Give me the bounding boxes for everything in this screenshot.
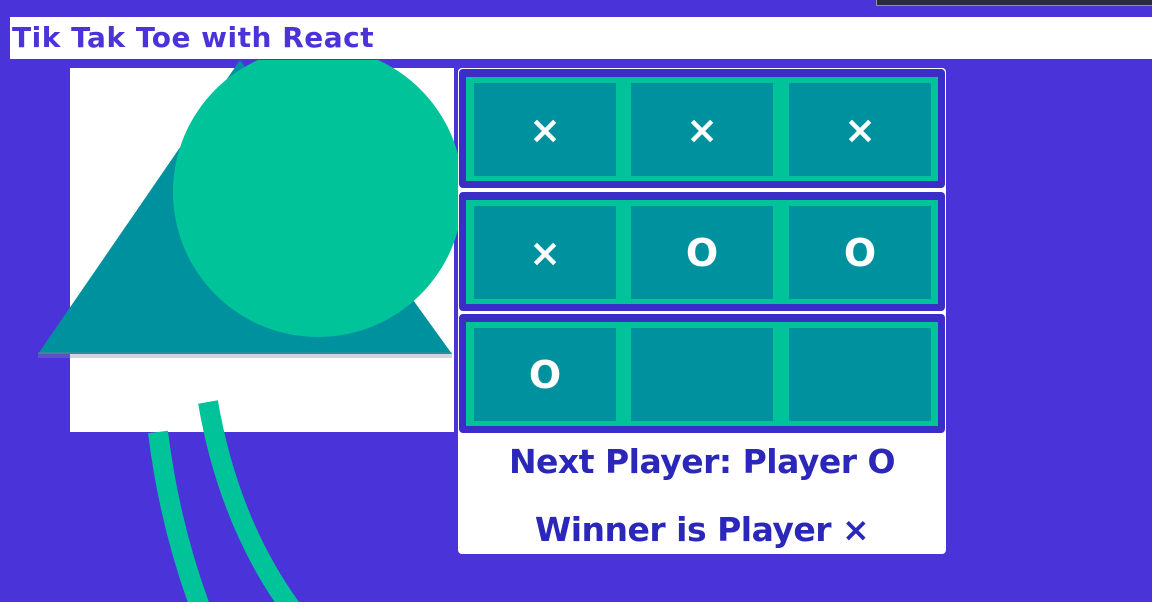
artwork-circle — [173, 60, 463, 337]
board-cell-2-2[interactable]: O — [631, 206, 773, 299]
board-row-3-track: O — [466, 322, 938, 426]
board-cell-3-2[interactable] — [631, 328, 773, 421]
board-cell-2-1[interactable]: × — [474, 206, 616, 299]
decorative-artwork — [38, 60, 463, 602]
artwork-arc-left — [148, 430, 209, 602]
winner-status: Winner is Player × — [534, 510, 870, 549]
board-row-3: O — [459, 314, 945, 433]
board-cell-1-1[interactable]: × — [474, 83, 616, 176]
board-cell-3-1[interactable]: O — [474, 328, 616, 421]
window-edge — [876, 0, 1152, 6]
next-player-status: Next Player: Player O — [508, 442, 896, 481]
artwork-triangle-shadow — [38, 352, 452, 358]
board-cell-2-3[interactable]: O — [789, 206, 931, 299]
board-cell-1-3[interactable]: × — [789, 83, 931, 176]
board-row-1: × × × — [459, 69, 945, 188]
game-board-panel: × × × × O O O Next Player: Player O Winn… — [458, 68, 946, 554]
board-row-2: × O O — [459, 192, 945, 311]
page-title: Tik Tak Toe with React — [12, 21, 375, 54]
board-cell-3-3[interactable] — [789, 328, 931, 421]
board-row-2-track: × O O — [466, 200, 938, 304]
app-page: Tik Tak Toe with React × × × × O O O Nex… — [0, 0, 1152, 602]
board-row-1-track: × × × — [466, 77, 938, 181]
title-bar: Tik Tak Toe with React — [10, 17, 1152, 59]
board-cell-1-2[interactable]: × — [631, 83, 773, 176]
